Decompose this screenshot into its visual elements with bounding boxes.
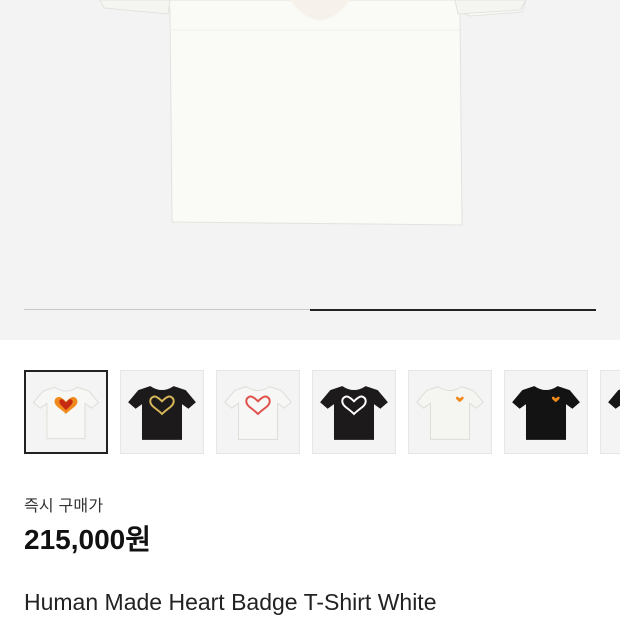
tshirt-thumbnail-image [512,386,580,440]
gallery-progress-track [24,308,596,311]
thumbnail-6[interactable] [504,370,588,454]
tshirt-thumbnail-image [320,386,388,440]
thumbnail-strip[interactable] [24,370,620,456]
product-main-image [99,0,527,226]
thumbnail-3[interactable] [216,370,300,454]
thumbnail-2[interactable] [120,370,204,454]
tshirt-thumbnail-image [32,386,100,440]
thumbnail-4[interactable] [312,370,396,454]
instant-buy-price-label: 즉시 구매가 [24,498,104,515]
product-title: Human Made Heart Badge T-Shirt White [24,589,437,615]
tshirt-thumbnail-image [416,386,484,440]
product-image-gallery[interactable] [0,0,620,340]
tshirt-thumbnail-image [608,389,620,409]
thumbnail-7[interactable] [600,370,620,454]
gallery-progress-fill [310,308,596,311]
thumbnail-1[interactable] [24,370,108,454]
thumbnail-5[interactable] [408,370,492,454]
tshirt-thumbnail-image [128,386,196,440]
price-value: 215,000원 [24,524,151,555]
tshirt-thumbnail-image [224,386,292,440]
